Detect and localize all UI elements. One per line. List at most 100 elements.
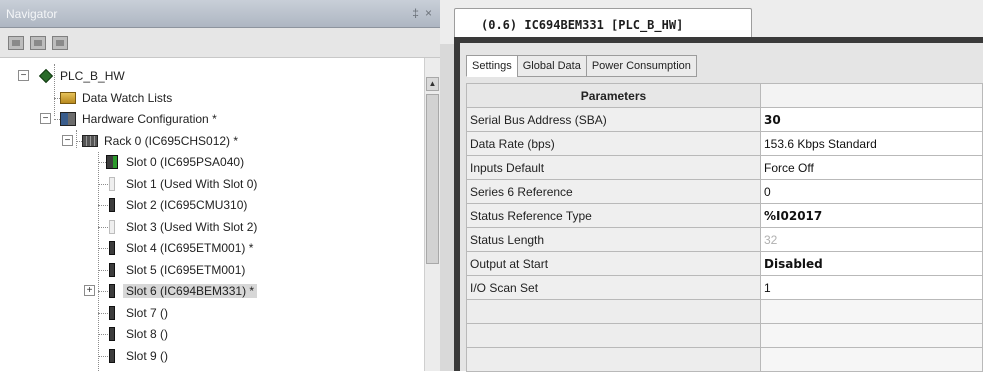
parameter-row[interactable]: Serial Bus Address (SBA) 30 <box>466 107 983 132</box>
parameter-row[interactable]: Status Reference Type %I02017 <box>466 203 983 228</box>
tree-scrollbar[interactable]: ▲ <box>424 58 440 371</box>
tree-item[interactable]: Rack 0 (IC695CHS012) * <box>101 131 241 151</box>
empty-cell <box>466 323 761 348</box>
hardware-config-icon <box>60 111 76 127</box>
tree-item[interactable]: Hardware Configuration * <box>79 109 220 129</box>
navigator-titlebar: Navigator ‡ × <box>0 0 440 28</box>
tree-item[interactable]: Slot 4 (IC695ETM001) * <box>123 238 256 258</box>
empty-row <box>466 347 983 372</box>
collapse-icon[interactable]: − <box>18 70 29 81</box>
options-icon[interactable] <box>52 36 68 50</box>
document-tab[interactable]: (0.6) IC694BEM331 [PLC_B_HW] <box>454 8 752 38</box>
parameter-value[interactable]: 0 <box>760 179 983 204</box>
tree-item[interactable]: Slot 5 (IC695ETM001) <box>123 260 248 280</box>
navigator-toolbar <box>0 28 440 58</box>
editor-area: (0.6) IC694BEM331 [PLC_B_HW] Settings Glo… <box>440 0 983 372</box>
value-header <box>760 83 983 108</box>
empty-cell <box>760 347 983 372</box>
tree-item-label: Slot 9 () <box>126 348 169 363</box>
tree-item-label: Slot 8 () <box>126 327 169 341</box>
tree-item-label: Slot 3 (Used With Slot 2) <box>126 219 258 234</box>
properties-tabs: Settings Global Data Power Consumption <box>466 55 697 77</box>
parameter-name: Serial Bus Address (SBA) <box>466 107 761 132</box>
tree-item-label: Rack 0 (IC695CHS012) * <box>104 133 239 148</box>
module-icon <box>104 348 120 364</box>
scroll-thumb[interactable] <box>426 94 439 264</box>
parameter-row[interactable]: I/O Scan Set 1 <box>466 275 983 300</box>
document-frame: Settings Global Data Power Consumption Par… <box>454 37 983 372</box>
parameter-row[interactable]: Status Length 32 <box>466 227 983 252</box>
module-icon <box>104 326 120 342</box>
parameter-name: Output at Start <box>466 251 761 276</box>
tree-item-label: Slot 7 () <box>126 305 169 320</box>
data-watch-icon <box>60 90 76 106</box>
parameter-row[interactable]: Inputs Default Force Off <box>466 155 983 180</box>
properties-panel: Settings Global Data Power Consumption Par… <box>460 43 983 372</box>
module-icon <box>104 262 120 278</box>
parameter-name: Inputs Default <box>466 155 761 180</box>
module-icon <box>104 240 120 256</box>
parameter-name: I/O Scan Set <box>466 275 761 300</box>
tree-item[interactable]: Slot 1 (Used With Slot 0) <box>123 174 260 194</box>
expand-icon[interactable]: + <box>84 285 95 296</box>
parameter-value[interactable]: %I02017 <box>760 203 983 228</box>
tree-item-label: Slot 2 (IC695CMU310) <box>126 198 248 212</box>
empty-cell <box>760 299 983 324</box>
empty-row <box>466 323 983 348</box>
collapse-icon[interactable]: − <box>40 113 51 124</box>
tree-item-label: PLC_B_HW <box>60 69 125 83</box>
tree-item[interactable]: Slot 7 () <box>123 303 171 323</box>
tree-item[interactable]: Slot 6 (IC694BEM331) * <box>123 281 258 301</box>
module-icon <box>104 305 120 321</box>
tree-item-label: Slot 1 (Used With Slot 0) <box>126 176 258 191</box>
module-icon <box>104 283 120 299</box>
tree-guide-line <box>76 130 77 148</box>
parameter-name: Data Rate (bps) <box>466 131 761 156</box>
parameter-row[interactable]: Data Rate (bps) 153.6 Kbps Standard <box>466 131 983 156</box>
tree-view-icon[interactable] <box>8 36 24 50</box>
close-icon[interactable]: × <box>425 6 432 20</box>
parameter-value[interactable]: Disabled <box>760 251 983 276</box>
tab-power-consumption[interactable]: Power Consumption <box>585 55 697 77</box>
filter-icon[interactable] <box>30 36 46 50</box>
pin-icon[interactable]: ‡ <box>412 6 419 20</box>
tree-item[interactable]: Slot 3 (Used With Slot 2) <box>123 217 260 237</box>
tree-item-label: Slot 6 (IC694BEM331) * <box>123 284 258 298</box>
tree-guide-line <box>54 64 55 116</box>
tree-item[interactable]: PLC_B_HW <box>57 66 128 86</box>
tab-global-data[interactable]: Global Data <box>516 55 587 77</box>
empty-cell <box>760 323 983 348</box>
project-tree: − PLC_B_HW Data Watch Lists − Hardware Confi… <box>0 58 424 371</box>
parameters-header: Parameters <box>466 83 761 108</box>
parameter-value[interactable]: 153.6 Kbps Standard <box>760 131 983 156</box>
parameters-grid: Parameters Serial Bus Address (SBA) 30 Dat… <box>466 83 983 372</box>
tree-guide-line <box>98 152 99 371</box>
navigator-pane: Navigator ‡ × − PLC_B_HW Data Watch Lists −… <box>0 0 440 371</box>
empty-row <box>466 299 983 324</box>
tree-item[interactable]: Slot 8 () <box>123 324 171 344</box>
tree-item-label: Slot 5 (IC695ETM001) <box>126 262 246 277</box>
tree-item[interactable]: Slot 2 (IC695CMU310) <box>123 195 250 215</box>
parameter-name: Status Reference Type <box>466 203 761 228</box>
module-icon <box>104 197 120 213</box>
tree-item-label: Slot 0 (IC695PSA040) <box>126 155 245 169</box>
tree-item-label: Hardware Configuration * <box>82 112 217 126</box>
rack-icon <box>82 133 98 149</box>
tree-item[interactable]: Slot 0 (IC695PSA040) <box>123 152 247 172</box>
parameter-value[interactable]: 30 <box>760 107 983 132</box>
collapse-icon[interactable]: − <box>62 134 73 146</box>
navigator-title: Navigator <box>6 7 58 21</box>
parameter-name: Series 6 Reference <box>466 179 761 204</box>
tree-item-label: Data Watch Lists <box>82 90 173 105</box>
tree-item[interactable]: Slot 9 () <box>123 346 171 366</box>
plc-diamond-icon <box>38 68 54 84</box>
parameter-row[interactable]: Output at Start Disabled <box>466 251 983 276</box>
tab-settings[interactable]: Settings <box>466 55 518 77</box>
parameter-value[interactable]: Force Off <box>760 155 983 180</box>
scroll-up-arrow-icon[interactable]: ▲ <box>426 77 439 91</box>
parameter-value[interactable]: 32 <box>760 227 983 252</box>
parameter-row[interactable]: Series 6 Reference 0 <box>466 179 983 204</box>
tree-item[interactable]: Data Watch Lists <box>79 88 175 108</box>
parameter-name: Status Length <box>466 227 761 252</box>
parameter-value[interactable]: 1 <box>760 275 983 300</box>
